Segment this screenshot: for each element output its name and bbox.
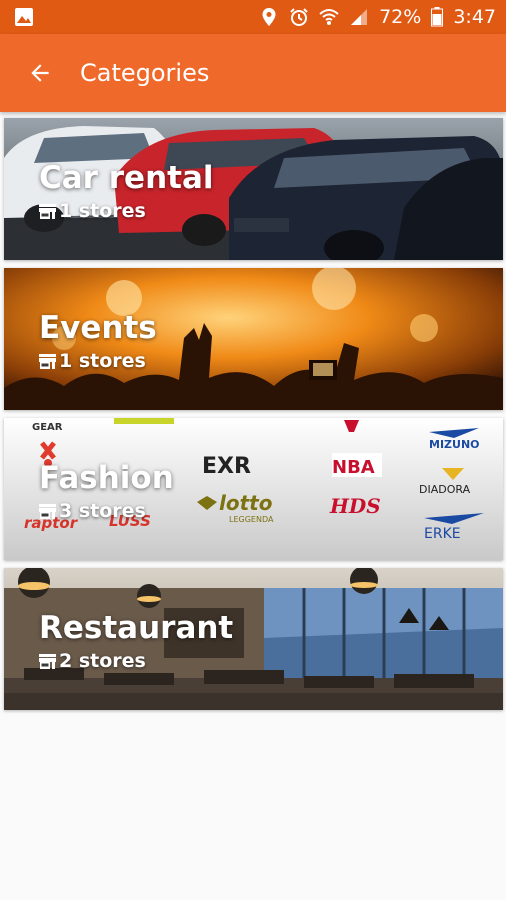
status-bar: 72% 3:47: [0, 0, 506, 34]
store-icon: [39, 203, 56, 219]
category-card-car-rental[interactable]: Car rental 1 stores: [4, 118, 503, 260]
store-count: 1 stores: [39, 350, 146, 372]
image-icon: [14, 7, 34, 27]
battery-percent: 72%: [379, 6, 422, 28]
logo-text: EXR: [202, 454, 251, 479]
category-card-restaurant[interactable]: Restaurant 2 stores: [4, 568, 503, 710]
logo-text: LEGGENDA: [229, 515, 274, 524]
logo-text: lotto: [219, 491, 273, 515]
logo-text: MIZUNO: [429, 438, 480, 451]
logo-text: NBA: [332, 457, 375, 478]
store-count: 2 stores: [39, 650, 146, 672]
category-name: Car rental: [39, 160, 214, 196]
logo-text: HDS: [329, 494, 381, 518]
arrow-back-icon: [31, 64, 49, 82]
logo-text: DIADORA: [419, 483, 471, 496]
category-name: Fashion: [39, 460, 174, 496]
back-button[interactable]: [20, 53, 60, 93]
category-card-events[interactable]: Events 1 stores: [4, 268, 503, 410]
logo-text: GEAR: [32, 422, 63, 433]
store-count: 1 stores: [39, 200, 146, 222]
location-icon: [259, 7, 279, 27]
category-name: Events: [39, 310, 157, 346]
store-count-label: 2 stores: [59, 650, 146, 672]
battery-icon: [431, 7, 444, 27]
clock: 3:47: [453, 6, 496, 28]
signal-icon: [349, 7, 369, 27]
store-icon: [39, 503, 56, 519]
logo-text: ERKE: [424, 526, 461, 542]
alarm-icon: [289, 7, 309, 27]
app-bar: Categories: [0, 34, 506, 112]
page-title: Categories: [80, 59, 210, 87]
store-count: 3 stores: [39, 500, 146, 522]
store-icon: [39, 353, 56, 369]
store-count-label: 1 stores: [59, 350, 146, 372]
wifi-icon: [319, 7, 339, 27]
store-count-label: 3 stores: [59, 500, 146, 522]
store-icon: [39, 653, 56, 669]
category-name: Restaurant: [39, 610, 234, 646]
store-count-label: 1 stores: [59, 200, 146, 222]
category-card-fashion[interactable]: GEAR EXR NBA MIZUNO DIADORA lotto LEGGEN…: [4, 418, 503, 560]
